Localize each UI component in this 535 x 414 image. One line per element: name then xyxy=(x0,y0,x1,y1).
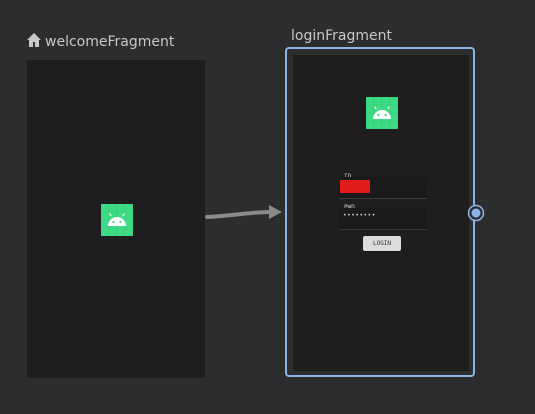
android-icon xyxy=(366,97,398,129)
welcome-fragment-label: welcomeFragment xyxy=(45,34,175,50)
pwd-field-value: •••••••• xyxy=(343,212,376,219)
android-icon xyxy=(101,204,133,236)
arrow-right-icon[interactable] xyxy=(205,202,285,226)
navigation-graph-canvas[interactable]: welcomeFragment loginFragment •••••••• L… xyxy=(0,0,535,414)
home-icon xyxy=(27,33,41,47)
login-button: LOGIN xyxy=(363,236,401,251)
login-fragment-label: loginFragment xyxy=(291,28,392,44)
id-field-value xyxy=(340,180,370,193)
action-handle-icon[interactable] xyxy=(467,204,485,222)
